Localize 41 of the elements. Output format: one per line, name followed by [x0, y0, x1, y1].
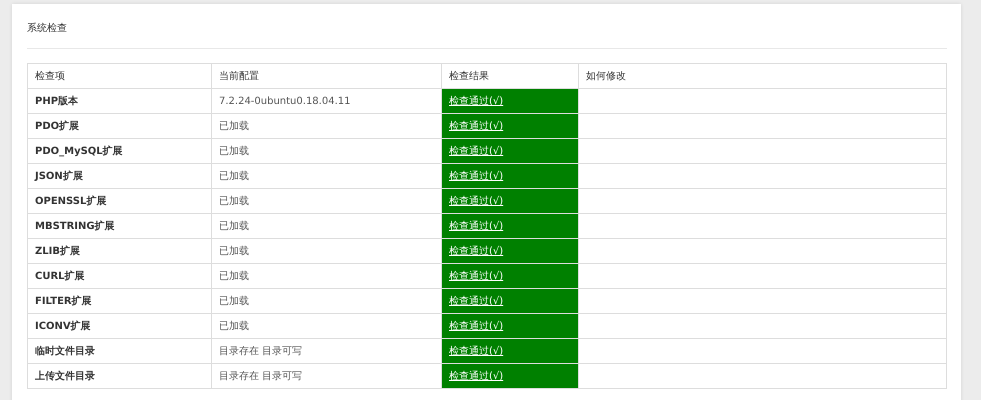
table-cell: CURL扩展 [28, 264, 212, 288]
table-cell: 目录存在 目录可写 [212, 338, 442, 364]
result-link[interactable]: 检查通过(√) [449, 296, 504, 307]
table-cell: 已加载 [212, 314, 442, 338]
table-cell: 上传文件目录 [28, 364, 212, 388]
table-cell: MBSTRING扩展 [28, 214, 212, 238]
table-cell: 临时文件目录 [28, 338, 212, 364]
result-link[interactable]: 检查通过(√) [449, 121, 504, 132]
table-cell: ZLIB扩展 [28, 238, 212, 264]
table-cell: 已加载 [212, 264, 442, 288]
table-cell: 已加载 [212, 114, 442, 138]
table-cell: 已加载 [212, 288, 442, 314]
panel-title: 系统检查 [27, 22, 68, 36]
result-link[interactable]: 检查通过(√) [449, 246, 504, 257]
column-header: 检查项 [28, 64, 212, 88]
table-cell: JSON扩展 [28, 164, 212, 188]
table-cell: 已加载 [212, 188, 442, 214]
table-cell: PDO_MySQL扩展 [28, 138, 212, 164]
result-link[interactable]: 检查通过(√) [449, 221, 504, 232]
result-link[interactable]: 检查通过(√) [449, 346, 504, 357]
result-link[interactable]: 检查通过(√) [449, 146, 504, 157]
table-cell: 7.2.24-0ubuntu0.18.04.11 [212, 88, 442, 114]
result-link[interactable]: 检查通过(√) [449, 96, 504, 107]
result-link[interactable]: 检查通过(√) [449, 196, 504, 207]
column-header: 如何修改 [578, 64, 946, 88]
table-cell: OPENSSL扩展 [28, 188, 212, 214]
result-link[interactable]: 检查通过(√) [449, 271, 504, 282]
result-link[interactable]: 检查通过(√) [449, 171, 504, 182]
column-header: 检查结果 [442, 64, 578, 88]
column-header: 当前配置 [212, 64, 442, 88]
table-cell: 已加载 [212, 164, 442, 188]
table-cell: FILTER扩展 [28, 288, 212, 314]
table-cell: PDO扩展 [28, 114, 212, 138]
table-cell: ICONV扩展 [28, 314, 212, 338]
table-cell: 已加载 [212, 214, 442, 238]
result-link[interactable]: 检查通过(√) [449, 321, 504, 332]
table-cell: 已加载 [212, 238, 442, 264]
table-cell: 目录存在 目录可写 [212, 364, 442, 388]
result-link[interactable]: 检查通过(√) [449, 371, 504, 382]
table-cell: 已加载 [212, 138, 442, 164]
table-cell: PHP版本 [28, 88, 212, 114]
